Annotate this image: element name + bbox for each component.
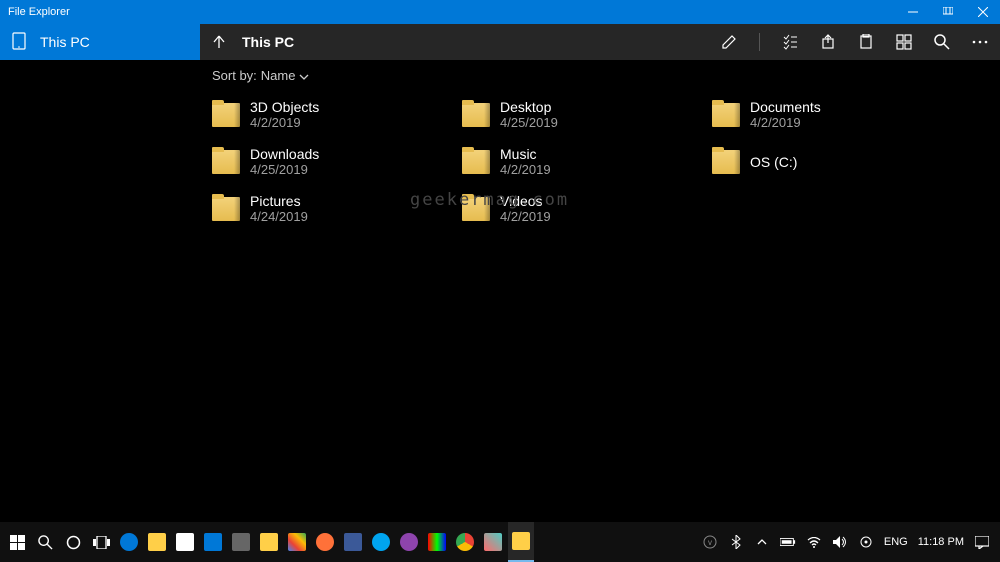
tray-bluetooth-icon[interactable]	[728, 534, 744, 550]
folder-item[interactable]: Music4/2/2019	[462, 146, 712, 177]
folder-icon	[712, 150, 740, 174]
window-controls	[895, 0, 1000, 24]
sort-value: Name	[261, 68, 296, 83]
taskbar-app[interactable]	[284, 522, 310, 562]
titlebar: File Explorer	[0, 0, 1000, 24]
file-name: Pictures	[250, 193, 308, 209]
file-name: Downloads	[250, 146, 319, 162]
file-date: 4/2/2019	[250, 115, 319, 130]
taskbar-app-edge[interactable]	[116, 522, 142, 562]
file-date: 4/2/2019	[500, 209, 551, 224]
folder-item[interactable]: Downloads4/25/2019	[212, 146, 462, 177]
folder-icon	[462, 103, 490, 127]
taskbar-app-firefox[interactable]	[312, 522, 338, 562]
search-button[interactable]	[32, 522, 58, 562]
tray-location-icon[interactable]	[858, 534, 874, 550]
tray-volume-icon[interactable]	[832, 534, 848, 550]
share-icon[interactable]	[820, 34, 836, 50]
tray-wifi-icon[interactable]	[806, 534, 822, 550]
close-button[interactable]	[965, 0, 1000, 24]
edit-icon[interactable]	[721, 34, 737, 50]
tray-chevron-up-icon[interactable]	[754, 534, 770, 550]
maximize-button[interactable]	[930, 0, 965, 24]
file-name: 3D Objects	[250, 99, 319, 115]
folder-icon	[212, 197, 240, 221]
taskbar: v ENG 11:18 PM	[0, 522, 1000, 562]
folder-icon	[212, 150, 240, 174]
file-name: Documents	[750, 99, 821, 115]
taskbar-app[interactable]	[424, 522, 450, 562]
tray-battery-icon[interactable]	[780, 534, 796, 550]
tray-notifications-icon[interactable]	[974, 534, 990, 550]
file-name: OS (C:)	[750, 154, 797, 170]
taskbar-app[interactable]	[228, 522, 254, 562]
window-title: File Explorer	[8, 6, 70, 18]
file-date: 4/25/2019	[500, 115, 558, 130]
drive-item[interactable]: OS (C:)	[712, 146, 962, 177]
tray-user-icon[interactable]: v	[702, 534, 718, 550]
folder-icon	[712, 103, 740, 127]
folder-item[interactable]: Documents4/2/2019	[712, 99, 962, 130]
taskbar-app-mail[interactable]	[200, 522, 226, 562]
toolbar-divider	[759, 33, 760, 51]
taskview-button[interactable]	[88, 522, 114, 562]
view-icon[interactable]	[896, 34, 912, 50]
toolbar: This PC	[200, 24, 1000, 60]
taskbar-app-explorer[interactable]	[144, 522, 170, 562]
taskbar-app[interactable]	[396, 522, 422, 562]
search-icon[interactable]	[934, 34, 950, 50]
paste-icon[interactable]	[858, 34, 874, 50]
file-date: 4/2/2019	[500, 162, 551, 177]
svg-text:v: v	[708, 538, 712, 547]
sidebar: This PC	[0, 24, 200, 522]
sidebar-item-this-pc[interactable]: This PC	[0, 24, 200, 60]
taskbar-app[interactable]	[480, 522, 506, 562]
watermark: geekermag.com	[410, 190, 569, 210]
up-arrow-icon[interactable]	[212, 35, 226, 49]
more-icon[interactable]	[972, 40, 988, 44]
select-icon[interactable]	[782, 34, 798, 50]
file-name: Desktop	[500, 99, 558, 115]
cortana-button[interactable]	[60, 522, 86, 562]
file-date: 4/25/2019	[250, 162, 319, 177]
file-date: 4/2/2019	[750, 115, 821, 130]
taskbar-app-explorer-active[interactable]	[508, 522, 534, 562]
chevron-down-icon	[299, 68, 309, 83]
folder-item[interactable]: Desktop4/25/2019	[462, 99, 712, 130]
minimize-button[interactable]	[895, 0, 930, 24]
sort-label: Sort by:	[212, 68, 257, 83]
files-grid: 3D Objects4/2/2019 Desktop4/25/2019 Docu…	[200, 91, 1000, 232]
sort-bar[interactable]: Sort by: Name	[200, 60, 1000, 91]
taskbar-app-store[interactable]	[172, 522, 198, 562]
file-name: Music	[500, 146, 551, 162]
taskbar-app-chrome[interactable]	[452, 522, 478, 562]
tray-language[interactable]: ENG	[884, 536, 908, 548]
folder-icon	[462, 150, 490, 174]
folder-item[interactable]: 3D Objects4/2/2019	[212, 99, 462, 130]
folder-icon	[212, 103, 240, 127]
location-title: This PC	[242, 34, 294, 50]
taskbar-app[interactable]	[340, 522, 366, 562]
sidebar-item-label: This PC	[40, 34, 90, 50]
start-button[interactable]	[4, 522, 30, 562]
taskbar-app[interactable]	[256, 522, 282, 562]
tablet-icon	[12, 32, 26, 53]
content-area: This PC Sort by: Name 3D Objects4/	[200, 24, 1000, 522]
file-date: 4/24/2019	[250, 209, 308, 224]
tray-time[interactable]: 11:18 PM	[918, 536, 964, 548]
taskbar-app[interactable]	[368, 522, 394, 562]
